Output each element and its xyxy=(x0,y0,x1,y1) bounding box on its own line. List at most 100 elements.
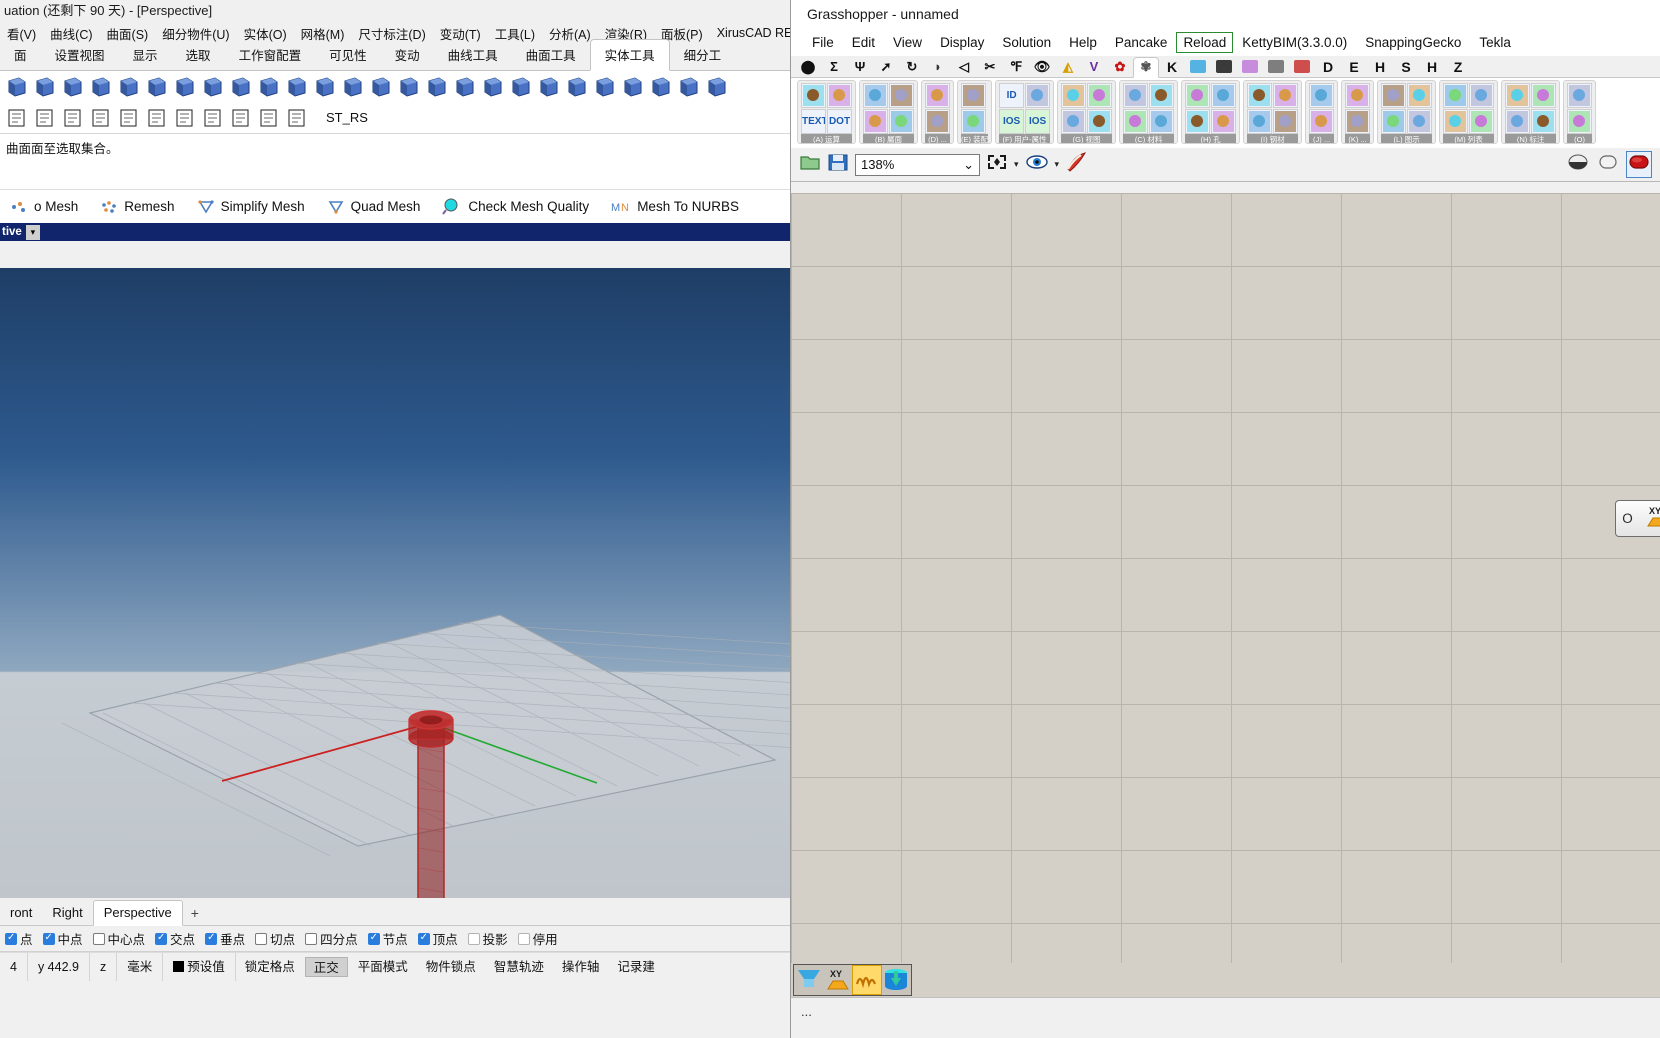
rhino-st-tool-0[interactable] xyxy=(284,105,310,131)
ribbon-icon-tab-0[interactable]: ⬤ xyxy=(795,56,821,77)
rhino-solid-tool-12[interactable] xyxy=(340,74,366,100)
ribbon-tab-6[interactable]: D xyxy=(1315,56,1341,77)
osnap-5[interactable]: 切点 xyxy=(250,929,300,948)
ribbon-icon-tab-1[interactable]: Σ xyxy=(821,56,847,77)
rhino-solid-tool-8[interactable] xyxy=(228,74,254,100)
rhino-tab-7[interactable]: 曲线工具 xyxy=(434,40,512,70)
rhino-solid-tool-17[interactable] xyxy=(480,74,506,100)
osnap-6[interactable]: 四分点 xyxy=(300,929,363,948)
ribbon-tab-10[interactable]: H xyxy=(1419,56,1445,77)
arrow-down-icon[interactable] xyxy=(1087,83,1113,108)
rhino-solid-tool-22[interactable] xyxy=(620,74,646,100)
TEXT[interactable]: TEXT xyxy=(801,109,826,134)
rhino-solid-tool-19[interactable] xyxy=(536,74,562,100)
wave-orange-icon[interactable] xyxy=(852,965,882,995)
rhino-solid-tool-6[interactable] xyxy=(172,74,198,100)
rhino-solid-tool-2[interactable] xyxy=(60,74,86,100)
gh-menu-pancake[interactable]: Pancake xyxy=(1106,32,1177,53)
grasshopper-canvas[interactable] xyxy=(791,193,1660,963)
status-toggle-3[interactable]: 物件锁点 xyxy=(418,957,484,977)
osnap-checkbox-0[interactable] xyxy=(5,932,17,945)
open-folder-icon[interactable] xyxy=(799,152,821,177)
status-toggle-0[interactable]: 锁定格点 xyxy=(237,957,303,977)
rhino-st-tool-7[interactable] xyxy=(88,105,114,131)
ribbon-icon-tab-4[interactable]: ↻ xyxy=(899,56,925,77)
rhino-tab-10[interactable]: 细分工 xyxy=(670,40,736,70)
rhino-command-area[interactable]: 曲面面至选取集合。 xyxy=(0,133,840,189)
dim-arrow-icon[interactable] xyxy=(1505,83,1531,108)
osnap-10[interactable]: 停用 xyxy=(513,929,563,948)
rhino-solid-tool-9[interactable] xyxy=(256,74,282,100)
rhino-solid-tool-13[interactable] xyxy=(368,74,394,100)
rhino-solid-tool-15[interactable] xyxy=(424,74,450,100)
rhino-tab-3[interactable]: 选取 xyxy=(172,40,225,70)
gh-menu-solution[interactable]: Solution xyxy=(993,32,1060,53)
gh-menu-display[interactable]: Display xyxy=(931,32,993,53)
ribbon-tab-7[interactable]: E xyxy=(1341,56,1367,77)
gear-gradient-icon[interactable] xyxy=(889,83,914,108)
rhino-solid-tool-21[interactable] xyxy=(592,74,618,100)
ribbon-tab-11[interactable]: Z xyxy=(1445,56,1471,77)
download-cyan-icon[interactable] xyxy=(889,109,914,134)
mesh-button-0[interactable]: o Mesh xyxy=(0,195,88,219)
ribbon-icon-tab-8[interactable]: ℉ xyxy=(1003,56,1029,77)
gh-menu-reload[interactable]: Reload xyxy=(1176,31,1234,53)
osnap-checkbox-7[interactable] xyxy=(367,932,380,945)
xy-plane-icon[interactable]: XY xyxy=(824,966,852,994)
ribbon-icon-tab-6[interactable]: ◁ xyxy=(951,56,977,77)
IOS[interactable]: IOS xyxy=(1025,109,1051,134)
osnap-7[interactable]: 节点 xyxy=(363,929,413,948)
rhino-st-tool-1[interactable] xyxy=(256,105,282,131)
rhino-tab-5[interactable]: 可见性 xyxy=(315,40,381,70)
capsule-icon[interactable] xyxy=(1596,152,1620,177)
rhino-command-input[interactable] xyxy=(6,157,834,179)
mesh-button-quad[interactable]: Quad Mesh xyxy=(317,195,431,219)
osnap-checkbox-1[interactable] xyxy=(42,932,55,945)
dots-icon[interactable] xyxy=(925,109,950,134)
rhino-st-tool-6[interactable] xyxy=(116,105,142,131)
hole-u-icon[interactable] xyxy=(1185,83,1211,108)
ribbon-icon-tab-2[interactable]: Ψ xyxy=(847,56,873,77)
cross-icon[interactable] xyxy=(1061,83,1087,108)
ribbon-tab-4[interactable] xyxy=(1263,56,1289,77)
osnap-4[interactable]: 垂点 xyxy=(200,929,250,948)
gh-menu-help[interactable]: Help xyxy=(1060,32,1106,53)
ribbon-tab-1[interactable] xyxy=(1185,56,1211,77)
rhino-st-tool-3[interactable] xyxy=(200,105,226,131)
dim-icon[interactable] xyxy=(827,83,852,108)
status-toggle-5[interactable]: 操作轴 xyxy=(554,957,608,977)
rhino-viewport[interactable] xyxy=(0,268,790,898)
osnap-1[interactable]: 中点 xyxy=(38,929,88,948)
ribbon-icon-tab-5[interactable]: ◗ xyxy=(925,56,951,77)
rhino-solid-tool-3[interactable] xyxy=(88,74,114,100)
osnap-checkbox-9[interactable] xyxy=(467,932,480,945)
layer-red-icon[interactable] xyxy=(1407,83,1433,108)
rhino-solid-tool-7[interactable] xyxy=(200,74,226,100)
save-disk-icon[interactable] xyxy=(827,152,849,177)
rhino-st-tool-10[interactable] xyxy=(4,105,30,131)
status-layer[interactable]: 预设值 xyxy=(163,952,236,981)
rhino-solid-tool-4[interactable] xyxy=(116,74,142,100)
ribbon-tab-2[interactable] xyxy=(1211,56,1237,77)
rhino-solid-tool-20[interactable] xyxy=(564,74,590,100)
squares-icon[interactable] xyxy=(1469,109,1495,134)
panel-blue-icon[interactable] xyxy=(863,109,888,134)
osnap-checkbox-4[interactable] xyxy=(205,932,218,945)
ribbon-icon-tab-11[interactable]: V xyxy=(1081,56,1107,77)
status-toggle-2[interactable]: 平面模式 xyxy=(350,957,416,977)
rhino-tab-4[interactable]: 工作窗配置 xyxy=(225,40,316,70)
osnap-checkbox-5[interactable] xyxy=(255,932,268,945)
misc2-icon[interactable] xyxy=(1567,109,1593,134)
zoom-extents-icon[interactable] xyxy=(986,152,1008,177)
mesh-button-remesh[interactable]: Remesh xyxy=(90,195,184,219)
gh-menu-view[interactable]: View xyxy=(884,32,931,53)
ribbon-icon-tab-3[interactable]: ➚ xyxy=(873,56,899,77)
red-capsule-icon[interactable] xyxy=(1626,151,1652,178)
rhino-solid-tool-5[interactable] xyxy=(144,74,170,100)
status-toggle-6[interactable]: 记录建 xyxy=(609,957,663,977)
list-icon[interactable] xyxy=(1443,83,1469,108)
doc-icon[interactable] xyxy=(1061,109,1087,134)
hole-u2-icon[interactable] xyxy=(1211,83,1237,108)
ribbon-icon-tab-7[interactable]: ✂ xyxy=(977,56,1003,77)
zoom-level-select[interactable]: 138% ⌄ xyxy=(855,153,980,176)
